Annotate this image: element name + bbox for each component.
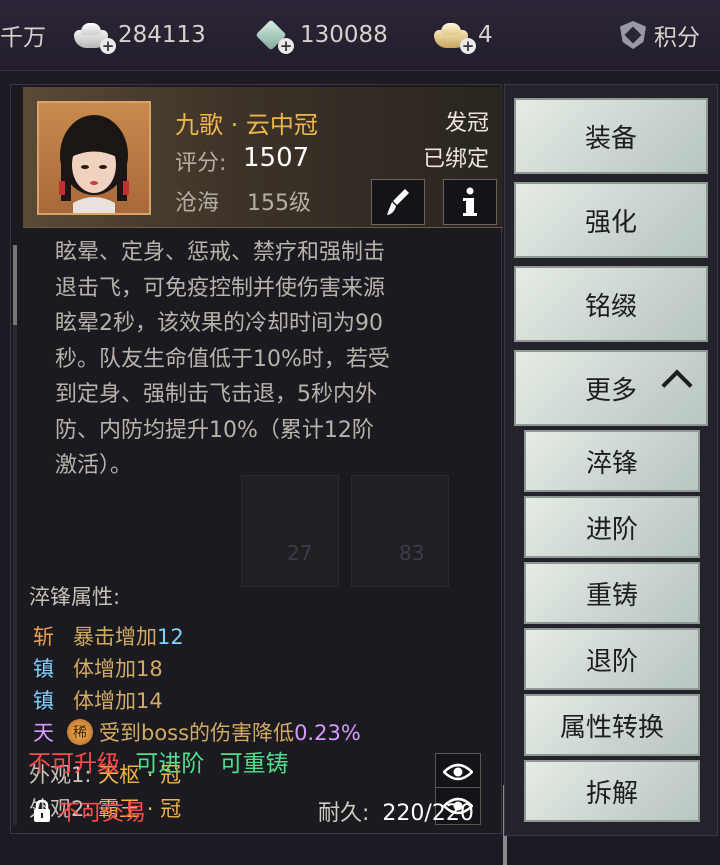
temper-attribute-row: 镇 体增加18: [33, 653, 163, 683]
currency-jade-value: 130088: [300, 22, 388, 48]
attr-tag: 镇: [33, 657, 54, 681]
description-line: 退击飞，可免疫控制并使伤害来源: [55, 275, 386, 301]
durability: 耐久: 220/220: [318, 795, 474, 827]
enhance-button[interactable]: 强化: [514, 182, 708, 258]
reforge-button[interactable]: 重铸: [524, 562, 700, 624]
item-source: 沧海: [175, 191, 220, 216]
degrade-button[interactable]: 退阶: [524, 628, 700, 690]
temper-button[interactable]: 淬锋: [524, 430, 700, 492]
item-type: 发冠: [444, 111, 489, 136]
item-description: 眩晕、定身、惩戒、禁疗和强制击 退击飞，可免疫控制并使伤害来源 眩晕2秒，该效果…: [55, 235, 495, 484]
bg-slot: [241, 475, 339, 587]
durability-label: 耐久:: [318, 801, 370, 826]
gold-ingot-icon: +: [432, 20, 476, 54]
points-shield-icon: [618, 19, 648, 51]
attr-tag: 镇: [33, 689, 54, 713]
attr-value: 0.23%: [294, 721, 361, 745]
bg-number: 27: [287, 541, 313, 565]
trade-status: 不可交易: [32, 795, 146, 827]
points-button[interactable]: 积分: [618, 0, 700, 70]
info-button[interactable]: [443, 179, 497, 225]
attr-value: 18: [136, 657, 163, 681]
temper-attribute-row: 斩 暴击增加12: [33, 621, 184, 651]
more-label: 更多: [584, 375, 637, 406]
dye-button[interactable]: [371, 179, 425, 225]
advance-button[interactable]: 进阶: [524, 496, 700, 558]
attr-text: 体增加18: [73, 657, 163, 681]
temper-attribute-row: 天 稀 受到boss的伤害降低0.23%: [33, 717, 361, 747]
can-reforge-status: 可重铸: [219, 751, 289, 777]
description-line: 秒。队友生命值低于10%时，若受: [55, 346, 390, 372]
durability-value: 220/220: [382, 801, 474, 826]
preview-appearance-1-button[interactable]: [435, 753, 481, 791]
description-line: 到定身、强制击飞击退，5秒内外: [55, 382, 377, 407]
jade-icon: +: [254, 18, 294, 54]
description-line: 激活）。: [55, 453, 133, 478]
item-level: 155级: [247, 191, 311, 216]
attr-text: 暴击增加12: [73, 625, 184, 649]
can-advance-status: 可进阶: [135, 751, 205, 777]
attr-value: 14: [136, 689, 163, 713]
inscribe-button[interactable]: 铭缀: [514, 266, 708, 342]
item-bound-status: 已绑定: [422, 147, 489, 172]
lock-icon: [34, 799, 50, 822]
attr-value: 12: [157, 625, 184, 649]
eye-icon: [443, 763, 473, 781]
score-label: 评分:: [175, 151, 227, 176]
upgrade-status-row: 不可升级 可进阶 可重铸: [28, 744, 289, 778]
item-header: 九歌 · 云中冠 发冠 已绑定 评分: 1507 沧海 155级: [23, 87, 503, 228]
attr-tag: 天: [33, 721, 54, 745]
currency-partial: 千万: [0, 0, 46, 70]
brush-icon: [387, 189, 409, 215]
attr-tag: 斩: [33, 625, 54, 649]
attr-text: 受到boss的伤害降低0.23%: [99, 721, 361, 745]
currency-partial-label: 千万: [0, 25, 46, 51]
bg-slot: [351, 475, 449, 587]
item-tooltip-panel: 27 83 九歌 · 云中冠 发冠 已绑定 评分: 1507 沧海 155级 眩…: [10, 84, 507, 865]
silver-ingot-icon: +: [72, 20, 116, 54]
bg-number: 83: [399, 541, 425, 565]
attr-text: 体增加14: [73, 689, 163, 713]
points-label: 积分: [654, 25, 700, 51]
chevron-up-icon: [661, 369, 693, 401]
currency-bar: 千万 + 284113 + 130088 + 4 积分: [0, 0, 720, 71]
scrollbar-left[interactable]: [13, 245, 17, 825]
currency-silver[interactable]: + 284113: [72, 0, 206, 70]
info-icon: [463, 187, 477, 216]
currency-gold-value: 4: [478, 22, 493, 48]
description-line: 眩晕、定身、惩戒、禁疗和强制击: [55, 240, 386, 265]
not-tradable-label: 不可交易: [58, 801, 147, 826]
item-name: 九歌 · 云中冠: [175, 111, 318, 139]
description-line: 防、内防均提升10%（累计12阶: [55, 417, 374, 443]
temper-attributes-title: 淬锋属性:: [29, 585, 121, 609]
currency-silver-value: 284113: [118, 22, 206, 48]
attribute-convert-button[interactable]: 属性转换: [524, 694, 700, 756]
not-upgradable-status: 不可升级: [28, 751, 120, 777]
rare-badge-icon: 稀: [67, 719, 93, 745]
equip-button[interactable]: 装备: [514, 98, 708, 174]
temper-attribute-row: 镇 体增加14: [33, 685, 163, 715]
currency-gold[interactable]: + 4: [432, 0, 493, 70]
dismantle-button[interactable]: 拆解: [524, 760, 700, 822]
description-line: 眩晕2秒，该效果的冷却时间为90: [55, 311, 383, 336]
more-button[interactable]: 更多: [514, 350, 708, 426]
currency-jade[interactable]: + 130088: [254, 0, 388, 70]
character-portrait: [37, 101, 151, 215]
score-value: 1507: [243, 143, 310, 173]
